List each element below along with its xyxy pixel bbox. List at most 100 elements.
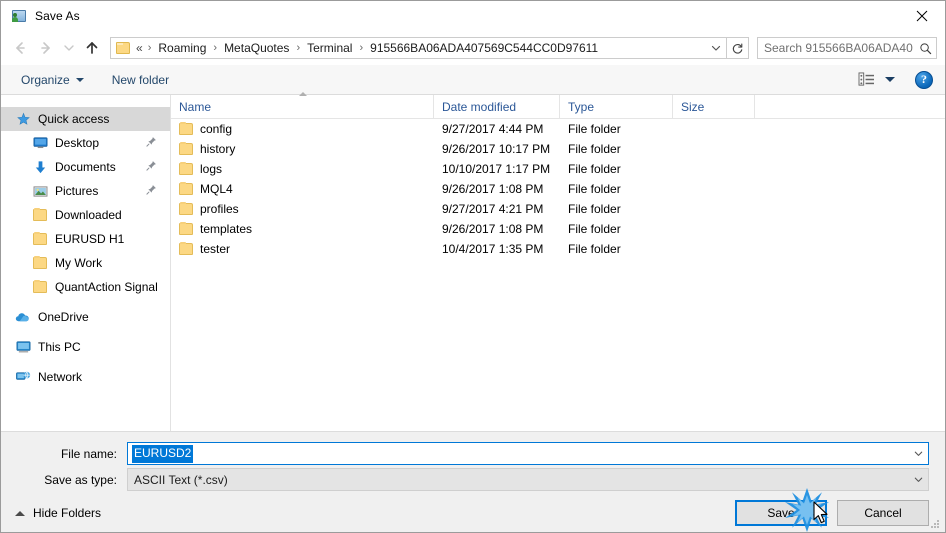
sidebar-item-this-pc[interactable]: This PC: [1, 335, 170, 359]
column-label: Size: [681, 99, 705, 114]
forward-arrow-icon[interactable]: [33, 35, 59, 61]
documents-icon: [32, 159, 48, 175]
up-arrow-icon[interactable]: [79, 35, 105, 61]
breadcrumb-separator-icon: ›: [296, 42, 301, 54]
breadcrumb-segment-roaming[interactable]: Roaming: [156, 39, 208, 57]
sidebar-item-my-work[interactable]: My Work: [1, 251, 170, 275]
pin-icon[interactable]: [146, 136, 158, 150]
file-name: history: [200, 142, 236, 156]
column-header-date-modified[interactable]: Date modified: [434, 95, 560, 118]
sidebar-item-label: Documents: [55, 160, 116, 174]
file-date: 9/27/2017 4:21 PM: [442, 202, 544, 216]
file-date: 9/26/2017 10:17 PM: [442, 142, 551, 156]
sidebar-item-documents[interactable]: Documents: [1, 155, 170, 179]
file-date: 9/26/2017 1:08 PM: [442, 222, 544, 236]
search-input[interactable]: [758, 41, 915, 55]
file-name-cell: config: [171, 122, 434, 136]
filename-row: File name: EURUSD2: [17, 442, 929, 465]
sidebar-item-onedrive[interactable]: OneDrive: [1, 305, 170, 329]
filename-input[interactable]: EURUSD2: [127, 442, 929, 465]
view-chevron-down-icon[interactable]: [885, 77, 895, 82]
search-box[interactable]: [757, 37, 937, 59]
save-form: File name: EURUSD2 Save as type: ASCII T…: [1, 432, 945, 494]
file-date: 9/26/2017 1:08 PM: [442, 182, 544, 196]
file-type: File folder: [568, 182, 621, 196]
cancel-button[interactable]: Cancel: [837, 500, 929, 526]
organize-button[interactable]: Organize: [15, 70, 90, 90]
hide-folders-button[interactable]: Hide Folders: [11, 506, 101, 520]
chevron-down-icon: [75, 77, 84, 82]
sidebar-item-downloaded[interactable]: Downloaded: [1, 203, 170, 227]
column-label: Name: [179, 99, 212, 114]
sidebar-item-desktop[interactable]: Desktop: [1, 131, 170, 155]
pin-icon[interactable]: [146, 184, 158, 198]
back-arrow-icon[interactable]: [7, 35, 33, 61]
folder-icon: [32, 279, 48, 295]
folder-icon: [179, 242, 193, 255]
file-date: 9/27/2017 4:44 PM: [442, 122, 544, 136]
filename-value[interactable]: EURUSD2: [132, 444, 194, 463]
refresh-icon[interactable]: [727, 37, 749, 59]
table-row[interactable]: config 9/27/2017 4:44 PM File folder: [171, 119, 945, 139]
sidebar-item-label: This PC: [38, 340, 81, 354]
sidebar-item-eurusd-h1[interactable]: EURUSD H1: [1, 227, 170, 251]
sidebar-item-quantaction-signal[interactable]: QuantAction Signal: [1, 275, 170, 299]
breadcrumb-separator-icon: ›: [359, 42, 364, 54]
view-layout-icon[interactable]: [855, 71, 877, 89]
chevron-down-icon[interactable]: [908, 474, 928, 485]
close-icon[interactable]: [899, 1, 945, 31]
search-icon[interactable]: [915, 42, 936, 55]
breadcrumb-segment-terminal[interactable]: Terminal: [305, 39, 354, 57]
help-button[interactable]: ?: [915, 70, 933, 89]
recent-locations-chevron-down-icon[interactable]: [59, 35, 79, 61]
file-type: File folder: [568, 202, 621, 216]
file-name: MQL4: [200, 182, 233, 196]
sidebar-item-pictures[interactable]: Pictures: [1, 179, 170, 203]
savetype-select[interactable]: ASCII Text (*.csv): [127, 468, 929, 491]
file-date: 10/10/2017 1:17 PM: [442, 162, 551, 176]
help-label: ?: [921, 72, 927, 86]
new-folder-button[interactable]: New folder: [106, 70, 175, 90]
hide-folders-label: Hide Folders: [33, 506, 102, 520]
column-label: Type: [568, 99, 595, 114]
sidebar-item-label: QuantAction Signal: [55, 280, 158, 294]
sidebar-item-label: Pictures: [55, 184, 99, 198]
cancel-label: Cancel: [864, 506, 902, 520]
chevron-down-icon[interactable]: [908, 448, 928, 459]
breadcrumb-chevron-down-icon[interactable]: [706, 38, 726, 58]
file-name: templates: [200, 222, 253, 236]
column-header-size[interactable]: Size: [673, 95, 755, 118]
pin-icon[interactable]: [146, 160, 158, 174]
table-row[interactable]: history 9/26/2017 10:17 PM File folder: [171, 139, 945, 159]
table-row[interactable]: MQL4 9/26/2017 1:08 PM File folder: [171, 179, 945, 199]
breadcrumb[interactable]: « › Roaming › MetaQuotes › Terminal › 91…: [110, 37, 727, 59]
sidebar-item-network[interactable]: Network: [1, 365, 170, 389]
folder-icon: [179, 182, 193, 195]
table-row[interactable]: templates 9/26/2017 1:08 PM File folder: [171, 219, 945, 239]
sidebar-item-quick-access[interactable]: Quick access: [1, 107, 170, 131]
breadcrumb-segment-metaquotes[interactable]: MetaQuotes: [222, 39, 291, 57]
folder-icon: [179, 142, 193, 155]
breadcrumb-separator-icon: ›: [213, 42, 218, 54]
save-label: Save: [767, 506, 795, 520]
resize-grip[interactable]: [929, 517, 941, 529]
file-name-cell: tester: [171, 242, 434, 256]
table-row[interactable]: profiles 9/27/2017 4:21 PM File folder: [171, 199, 945, 219]
file-name: tester: [200, 242, 231, 256]
column-header-type[interactable]: Type: [560, 95, 673, 118]
folder-icon: [179, 222, 193, 235]
file-type: File folder: [568, 142, 621, 156]
folder-icon: [179, 162, 193, 175]
save-button[interactable]: Save: [735, 500, 827, 526]
breadcrumb-overflow[interactable]: «: [134, 41, 143, 55]
column-label: Date modified: [442, 99, 517, 114]
folder-icon: [32, 231, 48, 247]
table-row[interactable]: tester 10/4/2017 1:35 PM File folder: [171, 239, 945, 259]
column-header-name[interactable]: Name: [171, 92, 434, 118]
breadcrumb-segment-guid[interactable]: 915566BA06ADA407569C544CC0D97611: [368, 39, 600, 57]
table-row[interactable]: logs 10/10/2017 1:17 PM File folder: [171, 159, 945, 179]
toolbar: Organize New folder ?: [1, 65, 945, 95]
folder-icon: [179, 122, 193, 135]
savetype-row: Save as type: ASCII Text (*.csv): [17, 468, 929, 491]
dialog-footer: Hide Folders Save Cancel: [1, 494, 945, 532]
